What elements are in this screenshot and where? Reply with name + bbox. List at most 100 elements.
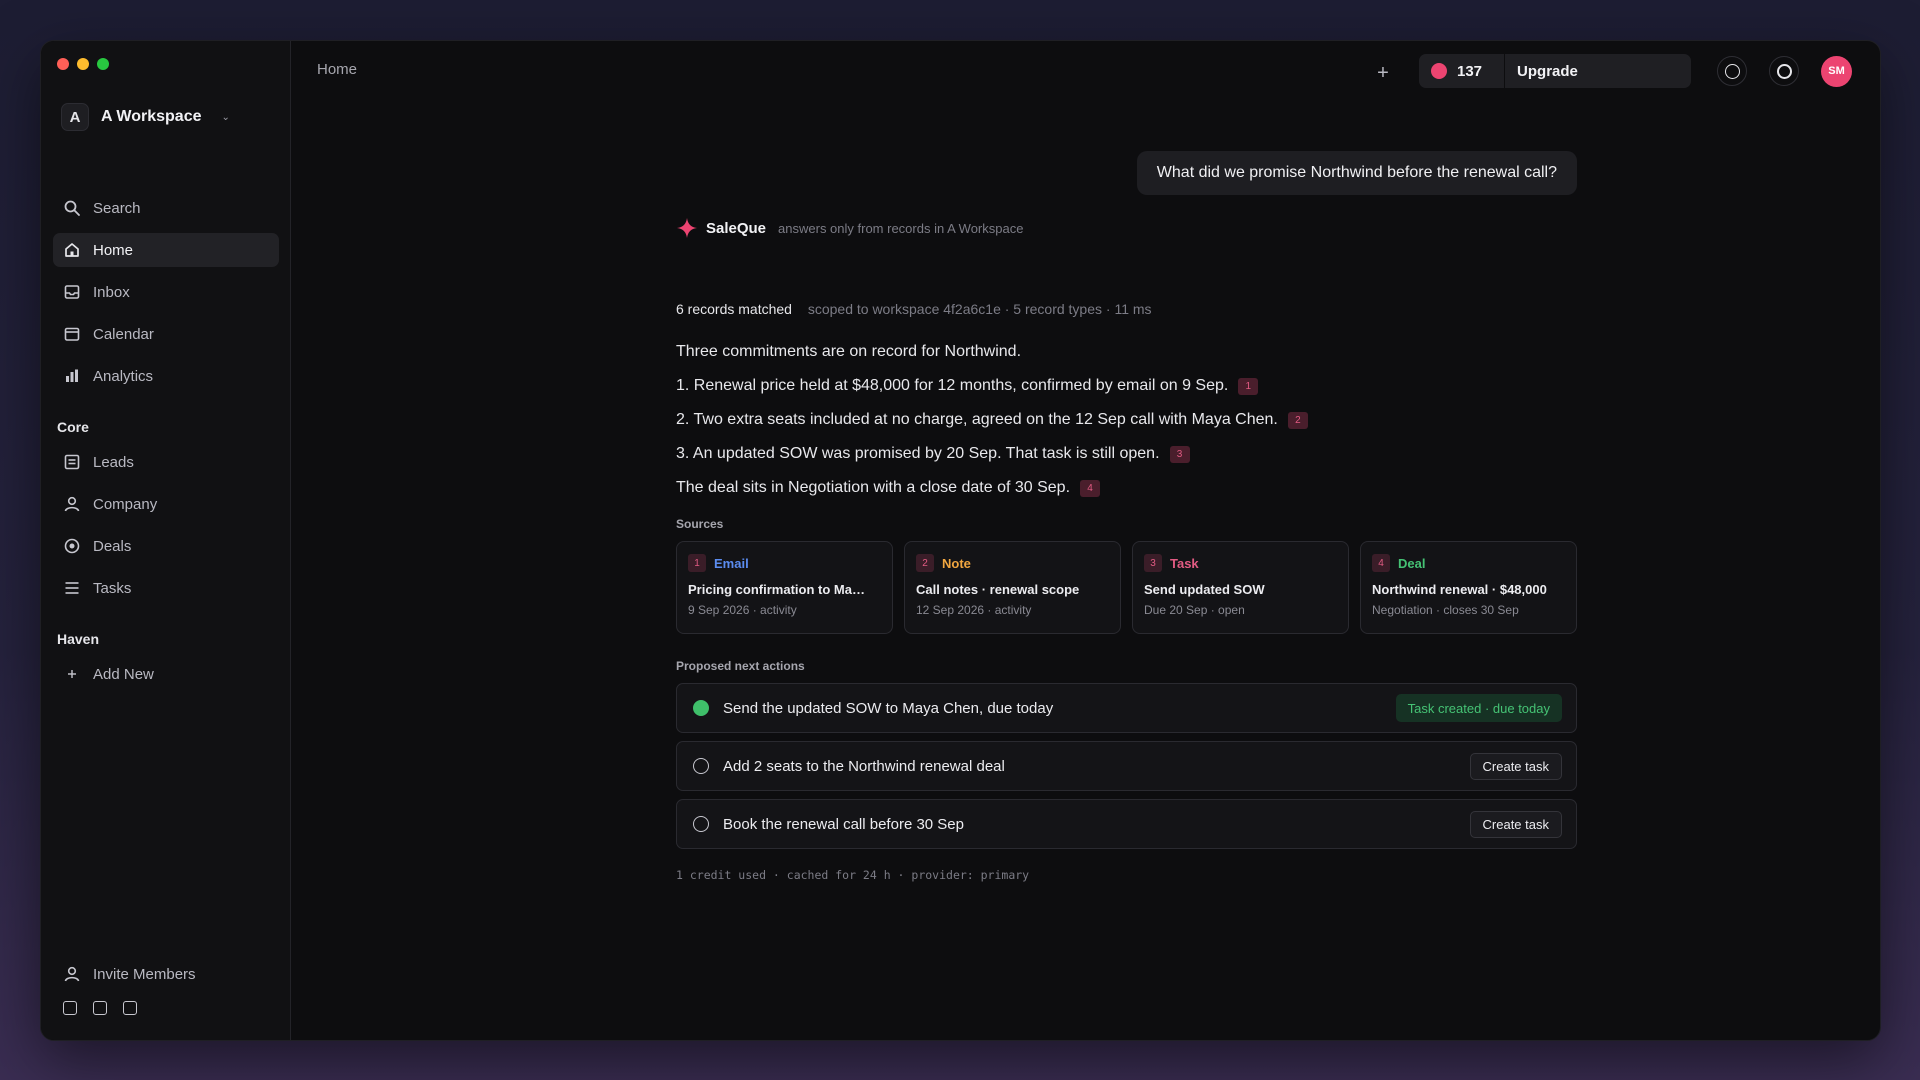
answer-text: The deal sits in Negotiation with a clos… [676,479,1071,496]
credits-widget[interactable]: 137 Upgrade [1419,54,1691,88]
breadcrumb: Home [317,61,358,78]
action-checkbox[interactable] [693,758,709,774]
main-area: Home + 137 Upgrade SM What did we promis… [291,41,1880,1040]
source-title: Send updated SOW [1144,582,1265,597]
sidebar-item-analytics[interactable]: Analytics [53,359,279,393]
action-checkbox[interactable] [693,816,709,832]
invite-members-label: Invite Members [93,965,196,983]
action-item: Send the updated SOW to Maya Chen, due t… [676,683,1577,733]
source-card[interactable]: 3 Task Send updated SOW Due 20 Sep · open [1132,541,1349,634]
source-number: 1 [688,554,706,572]
square-icon[interactable] [63,1001,77,1015]
sidebar-item-leads[interactable]: Leads [53,445,279,479]
invite-members-button[interactable]: Invite Members [63,959,196,989]
avatar[interactable]: SM [1821,55,1852,87]
source-number: 3 [1144,554,1162,572]
sidebar-item-add-new[interactable]: Add New [53,657,279,691]
action-checkbox[interactable] [693,700,709,716]
source-subtitle: 12 Sep 2026 · activity [916,603,1032,617]
usage-footnote: 1 credit used · cached for 24 h · provid… [676,868,1030,882]
bar-chart-icon [66,369,78,382]
primary-nav: Search Home Inbox Calendar Analytics [53,191,279,401]
square-icon[interactable] [123,1001,137,1015]
window-controls [57,58,109,70]
answer-text: 3. An updated SOW was promised by 20 Sep… [676,445,1160,462]
square-icon[interactable] [93,1001,107,1015]
sidebar-item-label: Calendar [93,325,154,343]
notifications-button[interactable] [1769,56,1799,86]
app-window: A A Workspace ⌄ Search Home Inbox Calend… [40,40,1881,1041]
sidebar-item-label: Add New [93,665,154,683]
sidebar-item-label: Deals [93,537,132,555]
source-subtitle: 9 Sep 2026 · activity [688,603,797,617]
answer-line: Three commitments are on record for Nort… [676,335,1577,369]
sidebar-item-tasks[interactable]: Tasks [53,571,279,605]
source-card[interactable]: 2 Note Call notes · renewal scope 12 Sep … [904,541,1121,634]
circle-icon [1776,63,1792,79]
sidebar-item-label: Inbox [93,283,130,301]
answer-line: 1. Renewal price held at $48,000 for 12 … [676,369,1577,403]
answer-line: 2. Two extra seats included at no charge… [676,403,1577,437]
lines-icon [65,582,79,594]
citation-badge[interactable]: 3 [1169,445,1190,463]
sidebar-item-inbox[interactable]: Inbox [53,275,279,309]
source-title: Call notes · renewal scope [916,582,1080,597]
create-task-button[interactable]: Create task [1469,752,1562,780]
answer-text: 2. Two extra seats included at no charge… [676,411,1278,428]
calendar-icon [64,327,80,341]
upgrade-button[interactable]: Upgrade [1517,63,1578,80]
new-item-button[interactable]: + [1371,63,1395,83]
sidebar-item-calendar[interactable]: Calendar [53,317,279,351]
sparkle-icon [677,218,697,238]
assistant-answer: Three commitments are on record for Nort… [676,335,1577,505]
actions-label: Proposed next actions [676,659,805,673]
minimize-window-button[interactable] [77,58,89,70]
source-type: Email [714,555,749,571]
sources-label: Sources [676,517,724,531]
source-card[interactable]: 1 Email Pricing confirmation to Ma… 9 Sep… [676,541,893,634]
workspace-switcher[interactable]: A A Workspace ⌄ [61,101,230,133]
sources-list: 1 Email Pricing confirmation to Ma… 9 Sep… [676,541,1577,634]
assistant-header: SaleQue answers only from records in A W… [676,217,1023,239]
list-box-icon [64,454,80,470]
home-icon [65,243,79,257]
sidebar-item-deals[interactable]: Deals [53,529,279,563]
citation-badge[interactable]: 4 [1080,479,1101,497]
citation-badge[interactable]: 1 [1238,377,1259,395]
close-window-button[interactable] [57,58,69,70]
section-label-haven: Haven [57,631,100,647]
core-nav: Leads Company Deals Tasks [53,445,279,613]
query-scope: scoped to workspace 4f2a6c1e · 5 record … [807,301,1152,317]
sidebar-item-label: Search [93,199,141,217]
sidebar-footer-icons [63,1001,137,1015]
assistant-scope: answers only from records in A Workspace [778,220,1024,236]
section-label-core: Core [57,419,89,435]
maximize-window-button[interactable] [97,58,109,70]
source-type: Task [1170,555,1199,571]
divider [1504,54,1506,88]
assistant-name: SaleQue [706,219,767,237]
action-item: Book the renewal call before 30 Sep Crea… [676,799,1577,849]
status-button[interactable] [1717,56,1747,86]
workspace-name: A Workspace [101,108,202,125]
sidebar-item-label: Analytics [93,367,154,385]
search-icon [64,200,80,216]
sidebar-item-home[interactable]: Home [53,233,279,267]
answer-text: 1. Renewal price held at $48,000 for 12 … [676,377,1229,394]
circle-icon [1724,63,1740,79]
sidebar-item-company[interactable]: Company [53,487,279,521]
source-title: Northwind renewal · $48,000 [1372,582,1547,597]
citation-badge[interactable]: 2 [1287,411,1308,429]
source-type: Note [942,555,971,571]
action-item: Add 2 seats to the Northwind renewal dea… [676,741,1577,791]
plus-icon [68,670,76,678]
create-task-button[interactable]: Create task [1469,810,1562,838]
inbox-icon [64,285,80,299]
haven-nav: Add New [53,657,279,699]
sidebar-item-label: Home [93,241,134,259]
source-title: Pricing confirmation to Ma… [688,582,865,597]
source-card[interactable]: 4 Deal Northwind renewal · $48,000 Negoti… [1360,541,1577,634]
source-subtitle: Due 20 Sep · open [1144,603,1245,617]
sidebar-item-search[interactable]: Search [53,191,279,225]
match-meta: 6 records matched scoped to workspace 4f… [676,301,1152,317]
